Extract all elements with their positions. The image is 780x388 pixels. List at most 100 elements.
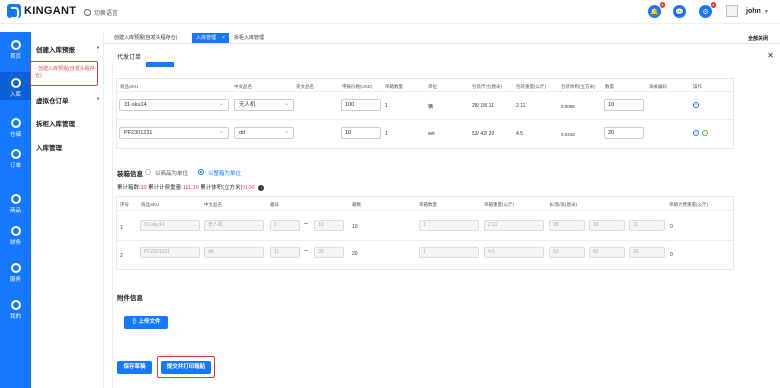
- rail-item-order[interactable]: 订单: [0, 149, 31, 169]
- rail-label: 商品: [9, 208, 21, 214]
- avatar[interactable]: [726, 5, 738, 17]
- warehouse-icon: [10, 118, 21, 128]
- summary-label: 累计体积(立方米):: [198, 185, 244, 191]
- rail-label: 服务: [9, 277, 21, 283]
- range-separator: ~: [304, 248, 309, 255]
- submenu-create-inbound[interactable]: 创建入库预报 ▼: [36, 44, 100, 54]
- remove-row-icon[interactable]: −: [702, 130, 708, 136]
- table-cell: 2.11: [516, 103, 526, 109]
- column-header: 箱号: [270, 202, 279, 207]
- submenu-devanning[interactable]: 拆柜入库管理: [36, 118, 75, 128]
- table-cell: 0: [670, 252, 673, 258]
- save-draft-button[interactable]: 保存草稿: [117, 361, 152, 374]
- column-header: 单箱数量: [419, 202, 437, 207]
- close-all-button[interactable]: 全部关闭: [748, 35, 768, 42]
- price-input[interactable]: 10: [341, 127, 381, 139]
- rail-item-inbound[interactable]: 入库: [0, 72, 31, 100]
- cn-name-field: dd: [204, 247, 264, 258]
- price-input[interactable]: 100: [341, 99, 381, 111]
- alert-badge: 4: [710, 2, 716, 8]
- rail-item-service[interactable]: 服务: [0, 263, 31, 283]
- row-divider: [117, 210, 733, 211]
- sku-field: 31-sku14: [140, 220, 200, 231]
- main-nav-rail: 首页 入库 仓储 订单 商品 财务 服务 我的: [0, 32, 31, 388]
- rail-label: 财务: [9, 240, 21, 246]
- sku-select[interactable]: 31-sku14: [119, 99, 229, 111]
- cn-name-select[interactable]: 无人机: [234, 99, 294, 111]
- column-header: 数量: [605, 84, 614, 89]
- column-header: 长/宽/高(厘米): [549, 202, 577, 207]
- brand-name: KINGANT: [24, 5, 77, 17]
- submenu-label: 入库管理: [36, 145, 62, 152]
- notification-icon[interactable]: 🔔 4: [648, 2, 665, 18]
- cn-name-select[interactable]: dd: [234, 127, 294, 139]
- globe-icon: [84, 9, 91, 16]
- order-icon: [10, 149, 21, 159]
- summary-value: 111.10: [182, 185, 199, 191]
- column-header: 英文品名: [296, 84, 314, 89]
- table-cell: 0: [670, 224, 673, 230]
- table-cell: 53/ 42/ 20: [472, 131, 495, 137]
- rail-label: 首页: [9, 54, 21, 60]
- username[interactable]: john: [746, 8, 761, 15]
- upload-file-button[interactable]: ⇧ 上传文件: [124, 316, 168, 329]
- row-divider: [117, 240, 733, 241]
- box-to-field: 10: [314, 220, 344, 231]
- table-cell: 0.0445: [561, 132, 575, 137]
- chevron-down-icon[interactable]: ▼: [764, 9, 769, 15]
- rail-item-profile[interactable]: 我的: [0, 300, 31, 320]
- radio-by-box[interactable]: [198, 169, 204, 175]
- box-from-field: 1: [270, 220, 300, 231]
- table-cell: 1: [385, 131, 388, 137]
- height-field: 20: [629, 247, 665, 258]
- tab-devanning[interactable]: 拆柜入库管理: [230, 33, 268, 43]
- row-divider: [117, 119, 733, 120]
- submenu-label: 创建入库预报: [36, 47, 75, 54]
- brand-logo[interactable]: KINGANT: [7, 4, 77, 19]
- rail-label: 订单: [9, 163, 21, 169]
- column-header: 商品SKU: [141, 202, 160, 207]
- table-cell: 辆: [428, 104, 434, 110]
- info-icon[interactable]: i: [258, 185, 265, 191]
- tab-create-inbound[interactable]: 创建入库预报(自发头程存仓): [110, 33, 181, 43]
- language-switcher[interactable]: 切换语言: [84, 8, 118, 17]
- quantity-input[interactable]: 10: [604, 99, 644, 111]
- rail-label: 仓储: [9, 132, 21, 138]
- column-header: 申报价格(USD): [342, 84, 373, 89]
- caret-icon: ▼: [96, 96, 100, 101]
- rail-item-goods[interactable]: 商品: [0, 194, 31, 214]
- column-header: 商品SKU: [120, 84, 139, 89]
- close-icon[interactable]: ✕: [767, 51, 774, 60]
- quantity-input[interactable]: 20: [604, 127, 644, 139]
- column-header: 海关编码: [649, 84, 667, 89]
- add-row-icon[interactable]: +: [693, 102, 699, 108]
- submenu-item-label: · 创建入库预报(自发头程存仓): [35, 66, 95, 79]
- column-header: 中文品名: [234, 84, 252, 89]
- box-to-field: 30: [314, 247, 344, 258]
- submenu-item-create-self[interactable]: · 创建入库预报(自发头程存仓): [30, 61, 98, 86]
- column-header: 单箱重量(公斤): [484, 202, 514, 207]
- packing-section-title: 装箱信息: [117, 171, 143, 178]
- submit-print-button[interactable]: 提交并打印箱贴: [161, 361, 211, 374]
- column-header: 中文品名: [204, 202, 222, 207]
- rail-label: 入库: [9, 92, 21, 98]
- radio-by-product[interactable]: [145, 169, 151, 175]
- rail-item-warehouse[interactable]: 仓储: [0, 118, 31, 138]
- message-icon[interactable]: 💬: [673, 5, 686, 18]
- upload-label: 上传文件: [138, 319, 161, 325]
- submenu-virtual-order[interactable]: 虚拟仓订单 ▼: [36, 95, 100, 105]
- import-button[interactable]: [146, 62, 174, 67]
- rail-item-home[interactable]: 首页: [0, 40, 31, 60]
- service-icon: [10, 263, 21, 273]
- table-cell: 20: [352, 251, 358, 257]
- submenu-inbound-manage[interactable]: 入库管理: [36, 142, 62, 152]
- column-header: 单箱数量: [385, 84, 403, 89]
- alert-icon[interactable]: ⚙ 4: [699, 2, 716, 18]
- profile-icon: [10, 300, 21, 310]
- rail-item-finance[interactable]: 财务: [0, 226, 31, 246]
- table-cell: 28/ 18/ 11: [472, 103, 494, 109]
- add-row-icon[interactable]: +: [693, 130, 699, 136]
- tab-inbound-manage[interactable]: 入库管理: [192, 33, 229, 43]
- sku-select[interactable]: PF2301231: [119, 127, 229, 139]
- packing-summary: 累计箱数:30 累计计费重量:111.10 累计体积(立方米):0.00 i: [117, 183, 265, 191]
